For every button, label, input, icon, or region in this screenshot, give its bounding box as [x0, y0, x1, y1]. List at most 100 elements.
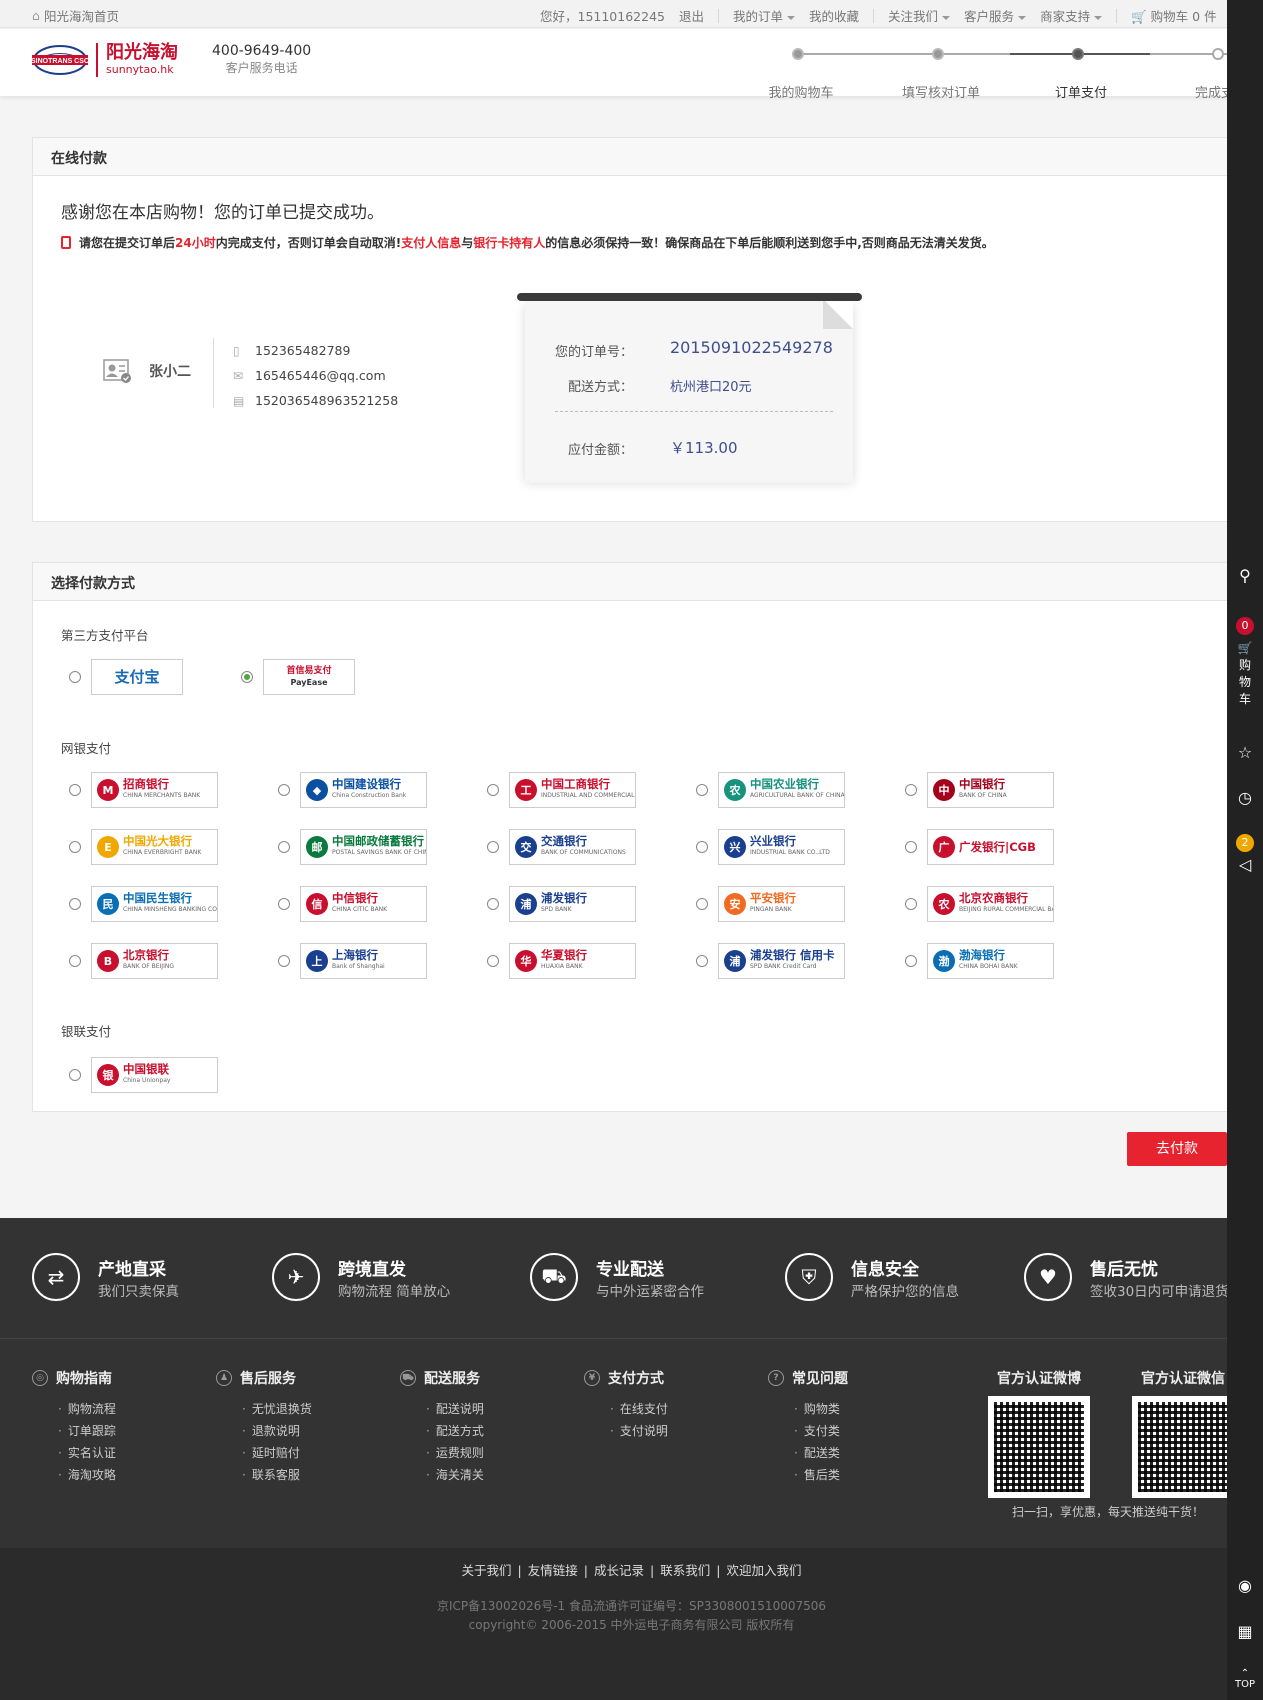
bank-logo-option[interactable]: ◆ 中国建设银行 China Construction Bank [300, 772, 427, 808]
bank-logo-option[interactable]: 浦浦发银行 信用卡 SPD BANK Credit Card [718, 943, 845, 979]
footer-link[interactable]: 海淘攻略 [58, 1464, 116, 1486]
payment-radio[interactable] [905, 841, 917, 853]
bottom-link[interactable]: 欢迎加入我们 [726, 1563, 801, 1578]
bottom-link[interactable]: 友情链接 [528, 1563, 578, 1578]
bank-logo-option[interactable]: 安平安银行 PINGAN BANK [718, 886, 845, 922]
footer-link[interactable]: 售后类 [794, 1464, 848, 1486]
payment-radio[interactable] [69, 671, 81, 683]
service-menu[interactable]: 客户服务 [964, 6, 1027, 25]
payment-radio[interactable] [696, 955, 708, 967]
payment-radio[interactable] [696, 784, 708, 796]
merchant-menu[interactable]: 商家支持 [1040, 6, 1103, 25]
sidebar-cart[interactable]: 🛒 购物车 [1227, 640, 1263, 708]
bank-name: 中国建设银行 [332, 777, 401, 791]
back-to-top-button[interactable]: ⌃ TOP [1227, 1668, 1263, 1690]
payment-radio[interactable] [69, 841, 81, 853]
bank-logo-option[interactable]: 交交通银行 BANK OF COMMUNICATIONS [509, 829, 636, 865]
payment-radio[interactable] [487, 955, 499, 967]
footer-link[interactable]: 实名认证 [58, 1442, 116, 1464]
payment-radio[interactable] [278, 898, 290, 910]
site-logo[interactable]: SINOTRANS CSC 阳光海淘 sunnytao.hk [30, 43, 178, 77]
bank-logo-option[interactable]: 华华夏银行 HUAXIA BANK [509, 943, 636, 979]
payment-radio[interactable] [278, 784, 290, 796]
follow-menu[interactable]: 关注我们 [888, 6, 951, 25]
bank-logo-option[interactable]: 银中国银联 China Unionpay [91, 1057, 218, 1093]
bank-logo-option[interactable]: 农中国农业银行 AGRICULTURAL BANK OF CHINA [718, 772, 845, 808]
bank-logo-option[interactable]: 广广发银行|CGB [927, 829, 1054, 865]
footer-link[interactable]: 支付说明 [610, 1420, 668, 1442]
payment-radio[interactable] [69, 955, 81, 967]
bottom-link[interactable]: 关于我们 [462, 1563, 512, 1578]
payment-radio[interactable] [905, 898, 917, 910]
bank-logo-option[interactable]: 民中国民生银行CHINA MINSHENG BANKING CORP.,LTD [91, 886, 218, 922]
footer-link[interactable]: 订单跟踪 [58, 1420, 116, 1442]
footer-link[interactable]: 购物流程 [58, 1398, 116, 1420]
panel-title: 选择付款方式 [33, 563, 1262, 601]
bank-logo-option[interactable]: B 北京银行 BANK OF BEIJING [91, 943, 218, 979]
footer-link[interactable]: 配送说明 [426, 1398, 484, 1420]
footer-link[interactable]: 运费规则 [426, 1442, 484, 1464]
bank-logo-option[interactable]: 上上海银行 Bank of Shanghai [300, 943, 427, 979]
qr-icon[interactable]: ▦ [1227, 1622, 1263, 1641]
alipay-option[interactable]: 支付宝 [91, 659, 183, 695]
pay-button[interactable]: 去付款 [1127, 1132, 1227, 1166]
bank-logo-option[interactable]: 浦浦发银行 SPD BANK [509, 886, 636, 922]
message-badge: 2 [1236, 834, 1254, 852]
footer-links: 关于我们 | 友情链接 | 成长记录 | 联系我们 | 欢迎加入我们 [461, 1563, 802, 1578]
cart-link[interactable]: 🛒 购物车 0 件 [1131, 6, 1217, 25]
greeting: 您好，15110162245 [540, 9, 665, 24]
footer-link[interactable]: 海关清关 [426, 1464, 484, 1486]
footer-link[interactable]: 购物类 [794, 1398, 848, 1420]
sinotrans-logo-icon: SINOTRANS CSC [31, 45, 89, 75]
payment-radio[interactable] [278, 955, 290, 967]
payment-radio[interactable] [278, 841, 290, 853]
star-icon[interactable]: ☆ [1227, 743, 1263, 762]
payment-radio[interactable] [487, 841, 499, 853]
bank-logo-option[interactable]: 工中国工商银行INDUSTRIAL AND COMMERCIAL BANK OF… [509, 772, 636, 808]
payment-radio[interactable] [905, 955, 917, 967]
bottom-link[interactable]: 联系我们 [660, 1563, 710, 1578]
footer-column-icon: ⛟ [400, 1370, 416, 1386]
payment-radio[interactable] [487, 898, 499, 910]
payment-radio[interactable] [69, 1069, 81, 1081]
unionpay-label: 银联支付 [61, 1024, 112, 1039]
bank-logo-option[interactable]: M 招商银行 CHINA MERCHANTS BANK [91, 772, 218, 808]
payment-radio[interactable] [487, 784, 499, 796]
bottom-link[interactable]: 成长记录 [594, 1563, 644, 1578]
footer-link[interactable]: 延时赔付 [242, 1442, 312, 1464]
payment-radio[interactable] [69, 898, 81, 910]
speaker-icon[interactable]: ◁ [1227, 855, 1263, 874]
bank-logo-option[interactable]: 邮中国邮政储蓄银行 POSTAL SAVINGS BANK OF CHINA [300, 829, 427, 865]
bank-logo-option[interactable]: E 中国光大银行 CHINA EVERBRIGHT BANK [91, 829, 218, 865]
bank-logo-option[interactable]: 兴兴业银行 INDUSTRIAL BANK CO.,LTD [718, 829, 845, 865]
chevron-down-icon [1018, 15, 1027, 20]
footer-link[interactable]: 配送类 [794, 1442, 848, 1464]
footer-link[interactable]: 退款说明 [242, 1420, 312, 1442]
bank-logo-option[interactable]: 信中信银行 CHINA CITIC BANK [300, 886, 427, 922]
bank-logo-option[interactable]: 中中国银行 BANK OF CHINA [927, 772, 1054, 808]
payment-radio[interactable] [696, 898, 708, 910]
logout-link[interactable]: 退出 [679, 6, 704, 25]
my-orders-menu[interactable]: 我的订单 [733, 6, 796, 25]
bank-logo-option[interactable]: 农北京农商银行 BEIJING RURAL COMMERCIAL BANK [927, 886, 1054, 922]
clock-icon[interactable]: ◷ [1227, 788, 1263, 807]
payment-radio[interactable] [69, 784, 81, 796]
bank-logo-option[interactable]: 渤渤海银行 CHINA BOHAI BANK [927, 943, 1054, 979]
payease-option[interactable]: 首信易支付 PayEase [263, 659, 355, 695]
favorites-link[interactable]: 我的收藏 [809, 6, 859, 25]
payment-radio[interactable] [241, 671, 253, 683]
footer-link[interactable]: 在线支付 [610, 1398, 668, 1420]
footer-link[interactable]: 联系客服 [242, 1464, 312, 1486]
payment-radio[interactable] [905, 784, 917, 796]
bank-mark-icon: B [97, 950, 119, 972]
buyer-info: 张小二 [103, 358, 191, 384]
footer-link[interactable]: 无忧退换货 [242, 1398, 312, 1420]
eye-icon[interactable]: ◉ [1227, 1576, 1263, 1595]
bank-name: 中国民生银行 [123, 891, 192, 905]
payment-radio[interactable] [696, 841, 708, 853]
footer-link[interactable]: 配送方式 [426, 1420, 484, 1442]
user-icon[interactable]: ⚲ [1227, 566, 1263, 585]
home-link[interactable]: ⌂ 阳光海淘首页 [32, 6, 119, 25]
online-pay-panel: 在线付款 感谢您在本店购物！您的订单已提交成功。 请您在提交订单后24小时内完成… [32, 137, 1263, 522]
footer-link[interactable]: 支付类 [794, 1420, 848, 1442]
